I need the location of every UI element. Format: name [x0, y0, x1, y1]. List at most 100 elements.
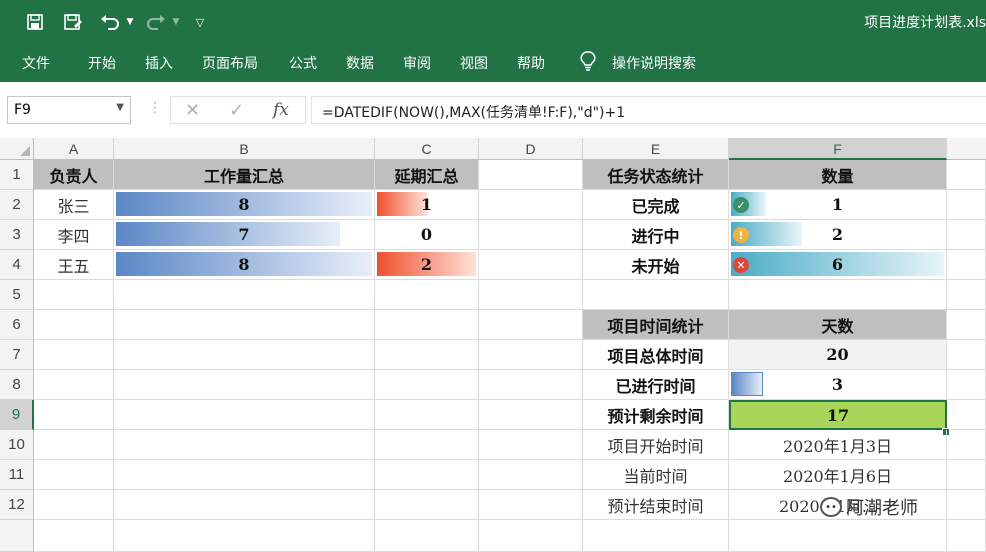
empty-cell[interactable]	[479, 370, 583, 400]
row-header-6[interactable]: 6	[0, 310, 34, 340]
empty-cell[interactable]	[479, 490, 583, 520]
time-label-elapsed[interactable]: 已进行时间	[583, 370, 729, 400]
empty-cell[interactable]	[947, 340, 986, 370]
empty-cell[interactable]	[375, 280, 479, 310]
workload-cell[interactable]: 8	[114, 190, 375, 220]
workload-cell[interactable]: 7	[114, 220, 375, 250]
cancel-icon[interactable]: ✕	[185, 100, 200, 121]
empty-cell[interactable]	[375, 430, 479, 460]
row-header-1[interactable]: 1	[0, 160, 34, 190]
empty-cell[interactable]	[947, 460, 986, 490]
time-value-current[interactable]: 2020年1月6日	[729, 460, 947, 490]
row-header-3[interactable]: 3	[0, 220, 34, 250]
empty-cell[interactable]	[114, 400, 375, 430]
empty-cell[interactable]	[114, 490, 375, 520]
row-header-7[interactable]: 7	[0, 340, 34, 370]
formula-input[interactable]: =DATEDIF(NOW(),MAX(任务清单!F:F),"d")+1	[311, 96, 986, 124]
empty-cell[interactable]	[34, 340, 114, 370]
row-header-4[interactable]: 4	[0, 250, 34, 280]
header-project-time[interactable]: 项目时间统计	[583, 310, 729, 340]
redo-icon[interactable]	[144, 10, 168, 34]
empty-cell[interactable]	[114, 430, 375, 460]
enter-icon[interactable]: ✓	[229, 100, 244, 121]
empty-cell[interactable]	[34, 490, 114, 520]
empty-cell[interactable]	[34, 430, 114, 460]
status-count-done[interactable]: ✓ 1	[729, 190, 947, 220]
empty-cell[interactable]	[375, 340, 479, 370]
delay-cell[interactable]: 1	[375, 190, 479, 220]
row-header-9[interactable]: 9	[0, 400, 34, 430]
row-header-11[interactable]: 11	[0, 460, 34, 490]
workload-cell[interactable]: 8	[114, 250, 375, 280]
time-label-end[interactable]: 预计结束时间	[583, 490, 729, 520]
customize-icon[interactable]: ▽	[192, 10, 208, 34]
tab-review[interactable]: 审阅	[403, 53, 431, 73]
tab-file[interactable]: 文件	[22, 53, 50, 73]
header-count[interactable]: 数量	[729, 160, 947, 190]
empty-cell[interactable]	[729, 520, 947, 552]
column-header-b[interactable]: B	[114, 138, 375, 160]
empty-cell[interactable]	[947, 370, 986, 400]
empty-cell[interactable]	[947, 160, 986, 190]
empty-cell[interactable]	[479, 310, 583, 340]
chevron-down-icon[interactable]: ▼	[116, 102, 124, 113]
drag-handle-icon[interactable]: ⋮	[148, 100, 162, 116]
empty-cell[interactable]	[947, 430, 986, 460]
status-label-in-progress[interactable]: 进行中	[583, 220, 729, 250]
column-header-d[interactable]: D	[479, 138, 583, 160]
time-label-current[interactable]: 当前时间	[583, 460, 729, 490]
empty-cell[interactable]	[375, 310, 479, 340]
time-value-total[interactable]: 20	[729, 340, 947, 370]
empty-cell[interactable]	[114, 520, 375, 552]
column-header-f[interactable]: F	[729, 138, 947, 160]
empty-cell[interactable]	[479, 250, 583, 280]
empty-cell[interactable]	[479, 190, 583, 220]
empty-cell[interactable]	[479, 280, 583, 310]
time-label-remaining[interactable]: 预计剩余时间	[583, 400, 729, 430]
empty-cell[interactable]	[34, 400, 114, 430]
empty-cell[interactable]	[34, 310, 114, 340]
time-label-start[interactable]: 项目开始时间	[583, 430, 729, 460]
empty-cell[interactable]	[479, 160, 583, 190]
empty-cell[interactable]	[34, 280, 114, 310]
owner-cell[interactable]: 张三	[34, 190, 114, 220]
empty-cell[interactable]	[375, 490, 479, 520]
empty-cell[interactable]	[114, 340, 375, 370]
status-count-not-started[interactable]: ✕ 6	[729, 250, 947, 280]
empty-cell[interactable]	[375, 520, 479, 552]
tab-home[interactable]: 开始	[88, 53, 116, 73]
empty-cell[interactable]	[479, 520, 583, 552]
empty-cell[interactable]	[947, 250, 986, 280]
redo-dropdown-icon[interactable]: ▼	[170, 10, 182, 34]
empty-cell[interactable]	[34, 460, 114, 490]
empty-cell[interactable]	[583, 280, 729, 310]
name-box[interactable]: F9 ▼	[7, 96, 131, 124]
empty-cell[interactable]	[375, 460, 479, 490]
save-as-icon[interactable]	[62, 10, 84, 34]
empty-cell[interactable]	[479, 220, 583, 250]
row-header-10[interactable]: 10	[0, 430, 34, 460]
owner-cell[interactable]: 李四	[34, 220, 114, 250]
empty-cell[interactable]	[479, 340, 583, 370]
owner-cell[interactable]: 王五	[34, 250, 114, 280]
column-header-g[interactable]	[947, 138, 986, 160]
status-count-in-progress[interactable]: ! 2	[729, 220, 947, 250]
empty-cell[interactable]	[114, 280, 375, 310]
tab-view[interactable]: 视图	[460, 53, 488, 73]
column-header-a[interactable]: A	[34, 138, 114, 160]
tab-data[interactable]: 数据	[346, 53, 374, 73]
delay-cell[interactable]: 2	[375, 250, 479, 280]
row-header-5[interactable]: 5	[0, 280, 34, 310]
empty-cell[interactable]	[34, 370, 114, 400]
empty-cell[interactable]	[947, 310, 986, 340]
tab-formulas[interactable]: 公式	[289, 53, 317, 73]
empty-cell[interactable]	[729, 280, 947, 310]
delay-cell[interactable]: 0	[375, 220, 479, 250]
empty-cell[interactable]	[479, 460, 583, 490]
empty-cell[interactable]	[34, 520, 114, 552]
tab-page-layout[interactable]: 页面布局	[202, 53, 258, 73]
empty-cell[interactable]	[114, 460, 375, 490]
undo-icon[interactable]	[98, 10, 122, 34]
header-owner[interactable]: 负责人	[34, 160, 114, 190]
row-header-12[interactable]: 12	[0, 490, 34, 520]
